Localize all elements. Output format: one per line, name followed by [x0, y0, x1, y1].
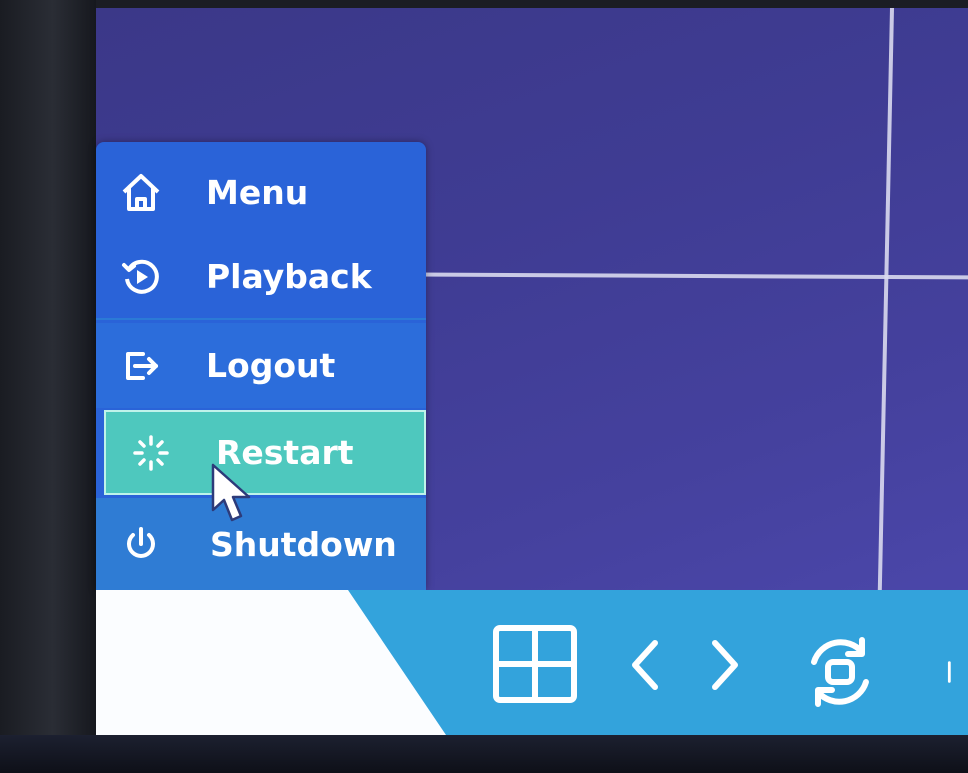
playback-icon [106, 257, 176, 297]
menu-item-label: Playback [206, 257, 372, 296]
menu-item-shutdown[interactable]: Shutdown [96, 498, 426, 590]
monitor-bezel-bottom [0, 735, 968, 773]
logout-icon [106, 346, 176, 386]
monitor-bezel-top [0, 0, 968, 8]
menu-item-label: Shutdown [210, 524, 397, 564]
monitor-bezel-left [0, 0, 96, 773]
next-icon[interactable] [700, 630, 750, 700]
grid-divider-vertical [877, 8, 894, 598]
menu-item-playback[interactable]: Playback [96, 235, 426, 320]
rotate-view-icon[interactable] [798, 630, 882, 714]
menu-item-label: Menu [206, 173, 309, 212]
layout-grid-icon[interactable] [490, 622, 580, 706]
mouse-cursor-icon [210, 462, 256, 528]
home-icon [106, 171, 176, 215]
menu-item-label: Logout [206, 346, 336, 385]
context-menu: Menu Playback Logout Restart Shutdown [96, 142, 426, 590]
menu-item-menu[interactable]: Menu [96, 150, 426, 235]
menu-item-restart[interactable]: Restart [104, 410, 426, 495]
previous-icon[interactable] [620, 630, 670, 700]
more-icon[interactable] [940, 630, 968, 714]
restart-icon [116, 433, 186, 473]
menu-item-logout[interactable]: Logout [96, 323, 426, 408]
power-icon [106, 525, 176, 563]
